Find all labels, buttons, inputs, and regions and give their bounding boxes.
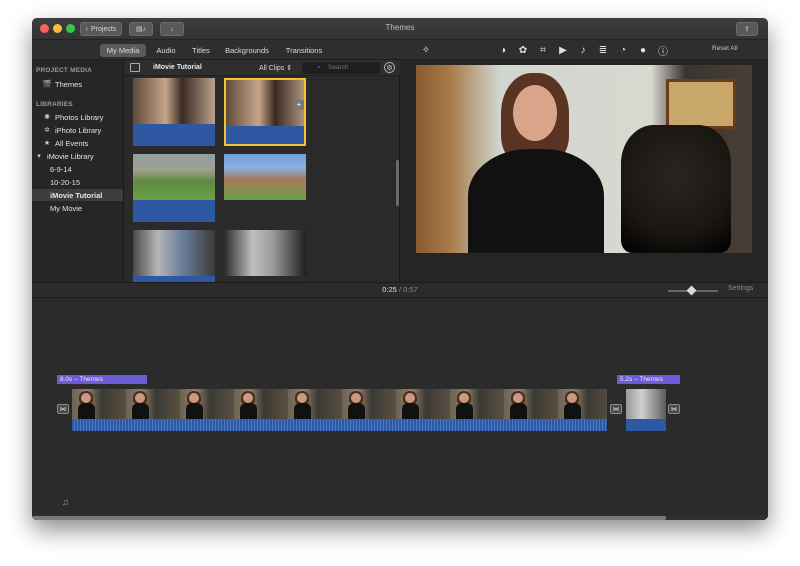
timeline-scroll-track [32, 515, 768, 520]
viewer-pane [400, 60, 768, 282]
info-icon[interactable]: ⓘ [657, 44, 669, 58]
clapper-icon: 🎬 [42, 81, 52, 88]
transition-icon[interactable]: ⋈ [57, 404, 69, 414]
project-media-heading: PROJECT MEDIA [36, 67, 93, 74]
add-clip-plus-icon[interactable]: + [294, 100, 304, 110]
volume-icon[interactable]: ♪ [577, 44, 589, 56]
audio-waveform [133, 124, 215, 146]
title-bar: ‹ Projects ▤♪ ↓ Themes ⇪ [32, 18, 768, 40]
share-icon: ⇪ [744, 26, 750, 33]
sidebar-toggle-icon[interactable] [130, 63, 140, 72]
photos-icon: ✺ [44, 114, 50, 121]
video-preview[interactable] [416, 65, 752, 253]
tab-backgrounds[interactable]: Backgrounds [222, 44, 272, 57]
library-sidebar: PROJECT MEDIA 🎬 Themes LIBRARIES ✺ Photo… [32, 60, 124, 282]
zoom-slider-track[interactable] [668, 285, 718, 296]
transition-icon[interactable]: ⋈ [668, 404, 680, 414]
crop-icon[interactable]: ⌗ [537, 44, 549, 56]
sidebar-item-iphoto-library[interactable]: ✲ iPhoto Library [32, 124, 123, 136]
share-button[interactable]: ⇪ [736, 22, 758, 36]
settings-button[interactable]: Settings [728, 285, 753, 292]
theme-title-label[interactable]: 8.0s – Themes [57, 375, 147, 384]
updown-chevron-icon: ⇕ [286, 65, 293, 72]
clip-filter-select[interactable]: All Clips ⇕ [259, 64, 292, 72]
clip-thumbnail[interactable] [133, 154, 215, 222]
search-placeholder: Search [328, 64, 349, 71]
transition-icon[interactable]: ⋈ [610, 404, 622, 414]
color-balance-icon[interactable]: ◑ [497, 44, 509, 56]
tab-titles[interactable]: Titles [186, 44, 216, 57]
sidebar-item-event-10-20-15[interactable]: 10-20-15 [32, 176, 123, 188]
tab-audio[interactable]: Audio [151, 44, 181, 57]
star-icon: ★ [43, 140, 51, 147]
timeline-divider [32, 297, 768, 298]
search-field[interactable]: ⌕ Search [302, 62, 380, 74]
timeline-pane: 0:25 / 0:57 Settings 8.0s – Themes 5.2s … [32, 282, 768, 520]
music-note-icon: ♫ [62, 497, 69, 507]
disclosure-triangle-icon[interactable]: ▾ [34, 152, 44, 160]
media-toolbar: My Media Audio Titles Backgrounds Transi… [32, 40, 768, 60]
theme-title-label[interactable]: 5.2s – Themes [617, 375, 680, 384]
timecode-display: 0:25 / 0:57 [382, 285, 418, 294]
sidebar-item-event-6-9-14[interactable]: 6-9-14 [32, 163, 123, 175]
browser-header: iMovie Tutorial All Clips ⇕ ⌕ Search ⚙ [124, 60, 400, 76]
video-clip-second[interactable] [626, 389, 666, 419]
equalizer-icon[interactable]: ≣ [597, 44, 609, 56]
sidebar-item-photos-library[interactable]: ✺ Photos Library [32, 111, 123, 123]
window-title: Themes [385, 23, 415, 32]
machine-silhouette [621, 125, 731, 253]
gear-icon[interactable]: ⚙ [384, 62, 395, 73]
sidebar-item-my-movie[interactable]: My Movie [32, 202, 123, 214]
magic-wand-icon[interactable]: ✧ [420, 44, 432, 56]
libraries-heading: LIBRARIES [36, 101, 73, 108]
browser-scrollbar[interactable] [396, 160, 399, 206]
audio-waveform [133, 200, 215, 222]
color-palette-icon[interactable]: ✿ [517, 44, 529, 56]
sidebar-item-imovie-library[interactable]: ▾ iMovie Library [32, 150, 123, 162]
sidebar-item-imovie-tutorial[interactable]: iMovie Tutorial [32, 189, 123, 201]
imovie-window: ‹ Projects ▤♪ ↓ Themes ⇪ My Media Audio … [32, 18, 768, 520]
stabilization-camera-icon[interactable]: ▶ [557, 44, 569, 56]
reset-all-button[interactable]: Reset All [712, 45, 738, 52]
timeline-scrollbar[interactable] [32, 516, 666, 520]
iphoto-icon: ✲ [44, 127, 50, 134]
clip-thumbnail-selected[interactable]: + [224, 78, 306, 146]
browser-title: iMovie Tutorial [153, 64, 202, 71]
media-browser: iMovie Tutorial All Clips ⇕ ⌕ Search ⚙ + [124, 60, 400, 298]
person-face [513, 85, 557, 141]
speed-icon[interactable]: ◔ [617, 44, 629, 56]
sidebar-item-themes[interactable]: 🎬 Themes [32, 78, 123, 90]
tab-transitions[interactable]: Transitions [282, 44, 326, 57]
clip-thumbnail[interactable] [224, 154, 306, 222]
sidebar-item-all-events[interactable]: ★ All Events [32, 137, 123, 149]
search-icon: ⌕ [317, 64, 321, 71]
tab-my-media[interactable]: My Media [100, 44, 146, 57]
video-clip-filmstrip[interactable] [72, 389, 607, 419]
clip-filter-icon[interactable]: ● [637, 44, 649, 56]
audio-waveform[interactable] [626, 419, 666, 431]
clip-thumbnail[interactable] [133, 78, 215, 146]
audio-waveform[interactable] [72, 419, 607, 431]
audio-waveform [226, 126, 304, 144]
person-body [468, 149, 604, 253]
wall-plaque [666, 79, 736, 129]
